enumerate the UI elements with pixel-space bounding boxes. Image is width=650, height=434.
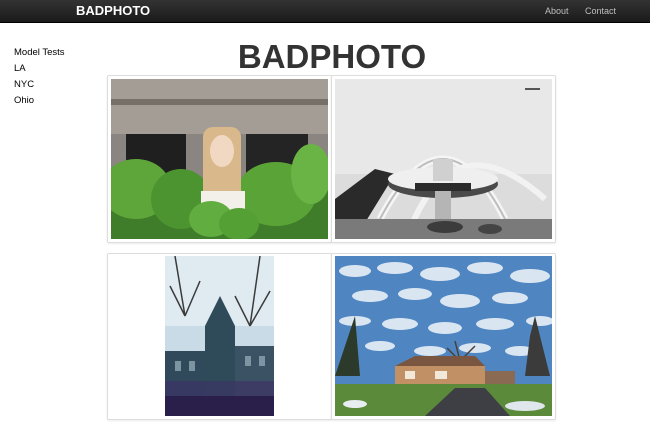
photo-nyc-building-image: [165, 256, 274, 416]
sidebar-nav: Model Tests LA NYC Ohio: [14, 45, 94, 109]
sidebar-item-model-tests[interactable]: Model Tests: [14, 45, 94, 61]
photo-thumbnail-theme-building[interactable]: [331, 75, 556, 243]
photo-thumbnail-nyc-building[interactable]: [107, 253, 332, 420]
brand-logo-link[interactable]: BADPHOTO: [76, 3, 150, 18]
photo-ohio-house-image: [335, 256, 552, 416]
sidebar-item-ohio[interactable]: Ohio: [14, 93, 94, 109]
top-navbar: BADPHOTO About Contact: [0, 0, 650, 23]
photo-thumbnail-portrait[interactable]: [107, 75, 332, 243]
photo-theme-building-image: [335, 79, 552, 239]
photo-thumbnail-ohio-house[interactable]: [331, 253, 556, 420]
photo-portrait-image: [111, 79, 328, 239]
nav-link-contact[interactable]: Contact: [585, 6, 616, 16]
nav-link-about[interactable]: About: [545, 6, 569, 16]
sidebar-item-nyc[interactable]: NYC: [14, 77, 94, 93]
page-title: BADPHOTO: [237, 38, 427, 75]
sidebar-item-la[interactable]: LA: [14, 61, 94, 77]
